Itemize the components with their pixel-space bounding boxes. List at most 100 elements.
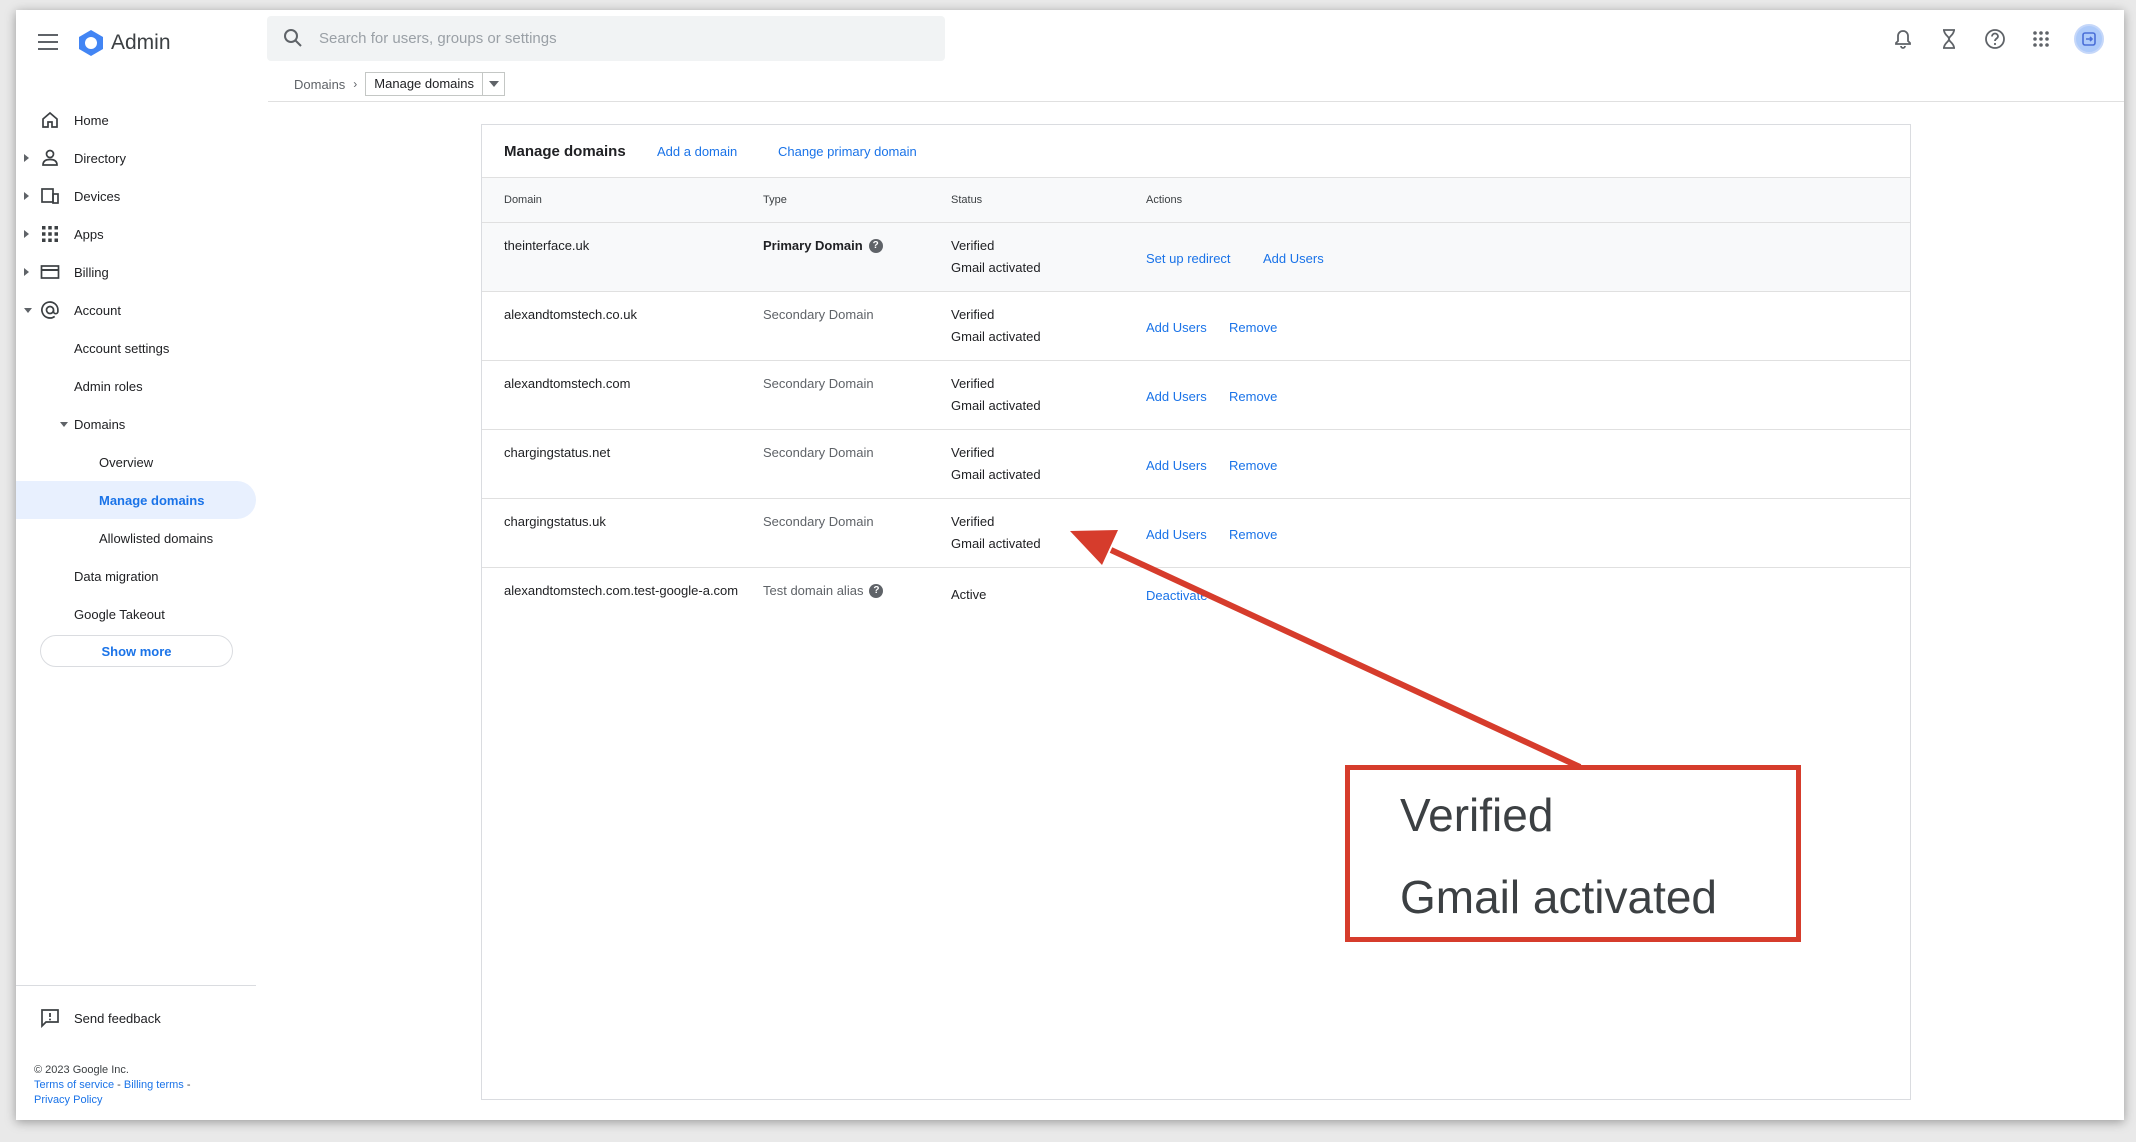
domain-status: Verified Gmail activated xyxy=(951,442,1041,486)
help-icon[interactable] xyxy=(1982,26,2008,52)
account-avatar[interactable] xyxy=(2074,24,2104,54)
add-users-link[interactable]: Add Users xyxy=(1146,389,1207,404)
table-row: chargingstatus.uk Secondary Domain Verif… xyxy=(482,499,1910,568)
search-icon xyxy=(284,29,302,47)
domain-name: alexandtomstech.com.test-google-a.com xyxy=(504,583,739,598)
expand-caret-icon[interactable] xyxy=(24,154,29,162)
sidebar-item-label: Domains xyxy=(74,416,126,432)
menu-icon[interactable] xyxy=(38,34,58,50)
domain-name: alexandtomstech.co.uk xyxy=(504,307,637,322)
sidebar: Home Directory Devices Apps Billing Acco… xyxy=(16,90,256,1120)
breadcrumb-chevron-icon: › xyxy=(353,77,358,91)
domain-name: chargingstatus.uk xyxy=(504,514,606,529)
sidebar-divider xyxy=(16,985,256,986)
show-more-button[interactable]: Show more xyxy=(40,635,233,667)
sidebar-item-label: Billing xyxy=(74,264,109,280)
sidebar-item-label: Data migration xyxy=(74,568,159,584)
domain-type: Secondary Domain xyxy=(763,445,874,460)
domain-status: Verified Gmail activated xyxy=(951,373,1041,417)
status-verified: Verified xyxy=(951,307,995,322)
breadcrumb-current[interactable]: Manage domains xyxy=(365,72,506,96)
status-gmail: Gmail activated xyxy=(951,329,1041,344)
add-domain-link[interactable]: Add a domain xyxy=(657,144,737,159)
table-row: alexandtomstech.com Secondary Domain Ver… xyxy=(482,361,1910,430)
set-up-redirect-link[interactable]: Set up redirect xyxy=(1146,251,1231,266)
sidebar-item-label: Admin roles xyxy=(74,378,143,394)
breadcrumb-current-label: Manage domains xyxy=(374,76,475,91)
add-users-link[interactable]: Add Users xyxy=(1146,458,1207,473)
sidebar-item-label: Manage domains xyxy=(99,492,205,508)
sidebar-item-label: Directory xyxy=(74,150,127,166)
copyright-text: © 2023 Google Inc. xyxy=(34,1064,129,1076)
domain-type: Secondary Domain xyxy=(763,514,874,529)
admin-window: Admin Doma xyxy=(16,10,2124,1120)
help-icon[interactable]: ? xyxy=(868,238,883,253)
add-users-link[interactable]: Add Users xyxy=(1263,251,1324,266)
remove-link[interactable]: Remove xyxy=(1229,527,1277,542)
remove-link[interactable]: Remove xyxy=(1229,389,1277,404)
callout-gmail-text: Gmail activated xyxy=(1400,871,1718,923)
domain-status: Active xyxy=(951,587,987,602)
expand-caret-icon[interactable] xyxy=(24,192,29,200)
callout-verified-text: Verified xyxy=(1400,789,1554,841)
remove-link[interactable]: Remove xyxy=(1229,320,1277,335)
table-row: theinterface.uk Primary Domain ? Verifie… xyxy=(482,223,1910,292)
search-bar[interactable] xyxy=(267,16,945,61)
privacy-policy-link[interactable]: Privacy Policy xyxy=(34,1094,102,1106)
deactivate-link[interactable]: Deactivate xyxy=(1146,588,1207,603)
table-row: alexandtomstech.co.uk Secondary Domain V… xyxy=(482,292,1910,361)
status-verified: Verified xyxy=(951,238,995,253)
status-gmail: Gmail activated xyxy=(951,260,1041,275)
footer-separator: - xyxy=(186,1079,191,1091)
domain-name: theinterface.uk xyxy=(504,238,590,253)
status-verified: Verified xyxy=(951,376,995,391)
breadcrumb-dropdown-icon[interactable] xyxy=(482,73,504,95)
collapse-caret-icon[interactable] xyxy=(24,308,32,313)
apps-grid-icon xyxy=(42,226,58,242)
expand-caret-icon[interactable] xyxy=(24,268,29,276)
column-header-status: Status xyxy=(951,194,983,206)
send-feedback-label: Send feedback xyxy=(74,1010,161,1026)
domain-type: Test domain alias ? xyxy=(763,583,884,598)
devices-icon xyxy=(41,188,59,204)
domain-status: Verified Gmail activated xyxy=(951,511,1041,555)
domain-type: Secondary Domain xyxy=(763,307,874,322)
column-header-domain: Domain xyxy=(504,194,542,206)
sidebar-item-label: Account settings xyxy=(74,340,170,356)
sidebar-item-label: Google Takeout xyxy=(74,606,165,622)
domain-type: Primary Domain ? xyxy=(763,238,883,253)
footer: © 2023 Google Inc. Terms of service - Bi… xyxy=(34,1063,191,1108)
sidebar-item-label: Account xyxy=(74,302,121,318)
breadcrumb: Domains › Manage domains xyxy=(294,72,506,96)
change-primary-domain-link[interactable]: Change primary domain xyxy=(778,144,917,159)
sidebar-item-label: Overview xyxy=(99,454,154,470)
terms-of-service-link[interactable]: Terms of service xyxy=(34,1079,114,1091)
domain-type-label: Primary Domain xyxy=(763,238,863,253)
status-gmail: Gmail activated xyxy=(951,536,1041,551)
home-icon xyxy=(42,111,58,128)
domain-name: alexandtomstech.com xyxy=(504,376,631,391)
notifications-bell-icon[interactable] xyxy=(1890,26,1916,52)
table-row: alexandtomstech.com.test-google-a.com Te… xyxy=(482,568,1910,637)
collapse-caret-icon[interactable] xyxy=(60,422,68,427)
add-users-link[interactable]: Add Users xyxy=(1146,527,1207,542)
at-sign-icon xyxy=(41,301,59,319)
sidebar-item-label: Apps xyxy=(74,226,104,242)
apps-grid-icon[interactable] xyxy=(2028,26,2054,52)
top-icons xyxy=(1890,24,2104,54)
domain-status: Verified Gmail activated xyxy=(951,304,1041,348)
expand-caret-icon[interactable] xyxy=(24,230,29,238)
card-title: Manage domains xyxy=(504,143,626,160)
sidebar-item-label: Home xyxy=(74,112,109,128)
billing-terms-link[interactable]: Billing terms xyxy=(124,1079,184,1091)
remove-link[interactable]: Remove xyxy=(1229,458,1277,473)
domain-status: Verified Gmail activated xyxy=(951,235,1041,279)
add-users-link[interactable]: Add Users xyxy=(1146,320,1207,335)
breadcrumb-parent-link[interactable]: Domains xyxy=(294,77,345,92)
domain-type-label: Test domain alias xyxy=(763,583,864,598)
credit-card-icon xyxy=(40,265,60,279)
tasks-hourglass-icon[interactable] xyxy=(1936,26,1962,52)
help-icon[interactable]: ? xyxy=(869,583,884,598)
search-input[interactable] xyxy=(319,16,919,61)
column-header-actions: Actions xyxy=(1146,194,1183,206)
